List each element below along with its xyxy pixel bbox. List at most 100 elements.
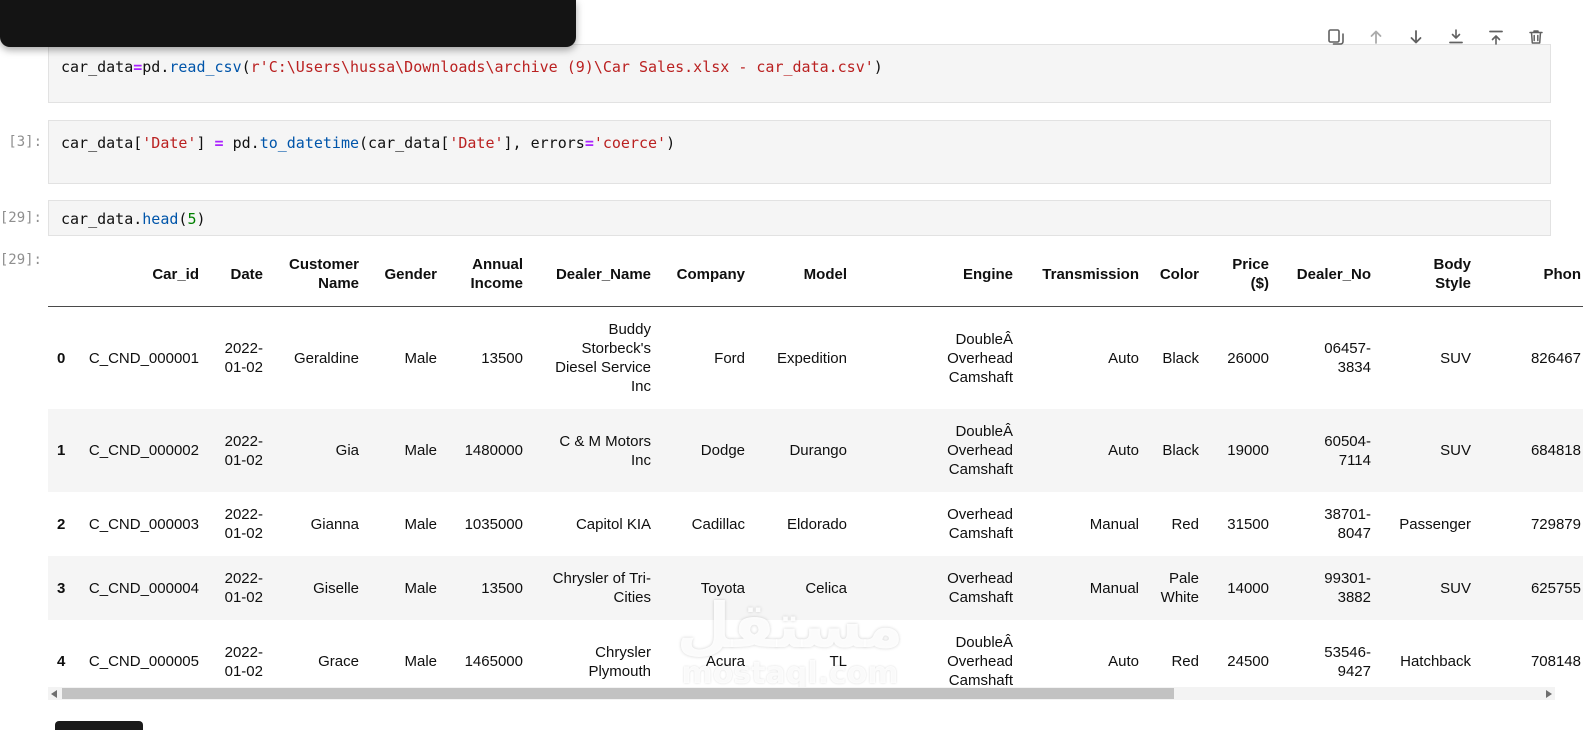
table-cell: 13500 [446,307,532,410]
insert-cell-above-icon[interactable] [1487,28,1505,46]
cell-text: Ford [714,349,745,368]
cell-text: SUV [1440,579,1471,598]
table-cell: Manual [1022,492,1148,556]
insert-cell-below-icon[interactable] [1447,28,1465,46]
cell-text: Giselle [313,579,359,598]
cell-text: 2022-01-02 [217,569,263,607]
column-header: Date [208,242,272,307]
table-cell: Expedition [754,307,856,410]
code-cell-3[interactable]: car_data.head(5) [48,200,1551,236]
cell-text: Red [1171,515,1199,534]
cell-text: 60504-7114 [1309,432,1371,470]
cell-text: C_CND_000004 [89,579,199,598]
cell-text: Gia [336,441,359,460]
code-input-2[interactable]: car_data['Date'] = pd.to_datetime(car_da… [49,121,1550,165]
table-cell: Overhead Camshaft [856,492,1022,556]
move-cell-down-icon[interactable] [1407,28,1425,46]
table-cell: Buddy Storbeck's Diesel Service Inc [532,307,660,410]
cell-text: 1035000 [465,515,523,534]
cell-text: 24500 [1227,652,1269,671]
cell-text: Durango [789,441,847,460]
code-input-3[interactable]: car_data.head(5) [49,201,1550,237]
cell-text: 06457-3834 [1309,339,1371,377]
table-cell: DoubleÂ Overhead Camshaft [856,307,1022,410]
row-index: 3 [48,556,74,620]
scrollbar-thumb[interactable] [62,688,1174,699]
cell-text: Manual [1090,579,1139,598]
code-token: ( [242,58,251,76]
cell-text: DoubleÂ Overhead Camshaft [895,330,1013,387]
cell-text: TL [829,652,847,671]
code-input-1[interactable]: car_data=pd.read_csv(r'C:\Users\hussa\Do… [49,45,1550,89]
cell-text: Eldorado [787,515,847,534]
code-token: 'Date' [449,134,503,152]
row-index: 0 [48,307,74,410]
cell-text: DoubleÂ Overhead Camshaft [895,633,1013,690]
cell-text: SUV [1440,441,1471,460]
table-cell: 2022-01-02 [208,409,272,492]
table-cell: Gia [272,409,368,492]
cell-text: 1465000 [465,652,523,671]
table-cell: Durango [754,409,856,492]
column-header: Car_id [74,242,208,307]
table-cell: 729879 [1480,492,1583,556]
cell-text: Hatchback [1400,652,1471,671]
scroll-right-arrow-icon[interactable] [1546,690,1552,698]
code-token: (car_data [359,134,440,152]
cell-text: Acura [706,652,745,671]
table-cell: Male [368,409,446,492]
cell-text: 625755 [1531,579,1581,598]
prompt-text: [29]: [0,208,42,228]
table-cell: C_CND_000003 [74,492,208,556]
table-cell: 31500 [1208,492,1278,556]
table-cell: 60504-7114 [1278,409,1380,492]
dataframe-table: Car_idDateCustomer NameGenderAnnual Inco… [48,242,1583,703]
cell-text: 19000 [1227,441,1269,460]
table-cell: Auto [1022,409,1148,492]
cell-text: Celica [805,579,847,598]
code-token: car_data [61,58,133,76]
cell-text: Black [1162,349,1199,368]
table-row: 3C_CND_0000042022-01-02GiselleMale13500C… [48,556,1583,620]
row-index: 1 [48,409,74,492]
code-token: 'Date' [142,134,196,152]
horizontal-scrollbar[interactable] [48,687,1555,700]
move-cell-up-icon[interactable] [1367,28,1385,46]
code-cell-2[interactable]: car_data['Date'] = pd.to_datetime(car_da… [48,120,1551,184]
table-row: 2C_CND_0000032022-01-02GiannaMale1035000… [48,492,1583,556]
table-cell: Gianna [272,492,368,556]
delete-cell-icon[interactable] [1527,28,1545,46]
cell-text: 2022-01-02 [217,339,263,377]
table-cell: C_CND_000004 [74,556,208,620]
table-cell: 1480000 [446,409,532,492]
table-cell: Passenger [1380,492,1480,556]
jupyter-notebook: { "toolbar": { "icons": ["duplicate-cell… [0,0,1583,730]
table-cell: Toyota [660,556,754,620]
cell-text: Auto [1108,441,1139,460]
cell-text: 14000 [1227,579,1269,598]
table-cell: Overhead Camshaft [856,556,1022,620]
table-cell: 14000 [1208,556,1278,620]
column-header: Company [660,242,754,307]
table-cell: 38701-8047 [1278,492,1380,556]
cell-text: 53546-9427 [1309,643,1371,681]
column-header: Transmission [1022,242,1148,307]
scroll-left-arrow-icon[interactable] [51,690,57,698]
duplicate-cell-icon[interactable] [1327,28,1345,46]
code-cell-1[interactable]: car_data=pd.read_csv(r'C:\Users\hussa\Do… [48,44,1551,103]
table-cell: Eldorado [754,492,856,556]
cell-text: Manual [1090,515,1139,534]
cell-text: Auto [1108,652,1139,671]
code-token: head [142,210,178,228]
column-header: Gender [368,242,446,307]
cell-text: SUV [1440,349,1471,368]
table-cell: C_CND_000002 [74,409,208,492]
cell-text: 1480000 [465,441,523,460]
code-token: ) [196,210,205,228]
redaction-overlay-top [0,0,576,47]
cell-text: Toyota [701,579,745,598]
code-token: ] [196,134,214,152]
cell-text: 684818 [1531,441,1581,460]
cell-text: 708148 [1531,652,1581,671]
code-token: read_csv [169,58,241,76]
